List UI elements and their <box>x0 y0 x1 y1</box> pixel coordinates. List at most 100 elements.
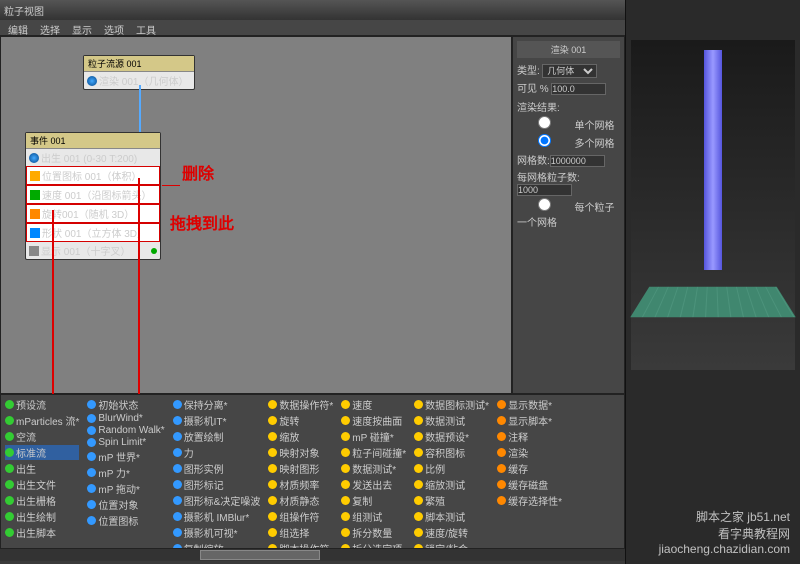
per-particle-radio[interactable] <box>517 198 572 211</box>
depot-item[interactable]: 脚本操作符 <box>268 541 333 549</box>
depot-item[interactable]: 数据测试 <box>414 413 489 428</box>
single-mesh-radio[interactable] <box>517 116 572 129</box>
rotation-row[interactable]: 旋转001（随机 3D） <box>26 204 160 223</box>
depot-item[interactable]: 位置图标 <box>87 513 164 528</box>
depot-item[interactable]: 数据图标测试* <box>414 397 489 412</box>
depot-item[interactable]: 空流 <box>5 429 79 444</box>
menu-display[interactable]: 显示 <box>72 22 92 33</box>
depot-item[interactable]: mP 力* <box>87 465 164 480</box>
depot-item[interactable]: 出生文件 <box>5 477 79 492</box>
depot-item[interactable]: 速度按曲面 <box>341 413 406 428</box>
depot-item[interactable]: 粒子间碰撞* <box>341 445 406 460</box>
type-select[interactable]: 几何体 <box>542 64 597 78</box>
depot-item[interactable]: 脚本测试 <box>414 509 489 524</box>
depot-item[interactable]: 组测试 <box>341 509 406 524</box>
depot-item[interactable]: 图形实例 <box>173 461 261 476</box>
visible-row: 可见 % <box>517 80 620 95</box>
depot-item[interactable]: mP 拖动* <box>87 481 164 496</box>
depot-item[interactable]: 图形标记 <box>173 477 261 492</box>
depot-item[interactable]: 图形标&决定噪波 <box>173 493 261 508</box>
depot-scrollbar[interactable] <box>0 549 625 561</box>
depot-item[interactable]: 显示数据* <box>497 397 562 412</box>
depot-item[interactable]: 保持分离* <box>173 397 261 412</box>
depot-item[interactable]: Spin Limit* <box>87 437 164 448</box>
depot-icon <box>173 416 182 425</box>
depot-item[interactable]: 标准流 <box>5 445 79 460</box>
depot-item[interactable]: 容积图标 <box>414 445 489 460</box>
depot-item[interactable]: 比例 <box>414 461 489 476</box>
depot-item[interactable]: 材质频率 <box>268 477 333 492</box>
depot-item[interactable]: 缩放 <box>268 429 333 444</box>
per-mesh-input[interactable] <box>517 184 572 196</box>
position-row[interactable]: 位置图标 001（体积） <box>26 166 160 185</box>
depot-item[interactable]: 摄影机IT* <box>173 413 261 428</box>
schematic-canvas[interactable]: 粒子流源 001 渲染 001（几何体） 事件 001 出生 001 (0-30… <box>0 36 512 394</box>
result-label: 渲染结果: <box>517 99 620 114</box>
depot-item[interactable]: 速度/旋转 <box>414 525 489 540</box>
multi-mesh-option[interactable]: 多个网格 <box>517 134 620 150</box>
birth-row[interactable]: 出生 001 (0-30 T:200) <box>26 149 160 166</box>
depot-item[interactable]: 出生 <box>5 461 79 476</box>
depot-item[interactable]: 摄影机 IMBlur* <box>173 509 261 524</box>
viewport-3d[interactable] <box>631 40 795 370</box>
node-wire <box>139 85 141 132</box>
depot-item[interactable]: 缓存选择性* <box>497 493 562 508</box>
depot-item[interactable]: 出生绘制 <box>5 509 79 524</box>
depot-item[interactable]: 出生脚本 <box>5 525 79 540</box>
depot-item[interactable]: 初始状态 <box>87 397 164 412</box>
depot-item[interactable]: 预设流 <box>5 397 79 412</box>
depot-item[interactable]: 旋转 <box>268 413 333 428</box>
depot-item[interactable]: 映射对象 <box>268 445 333 460</box>
depot-item[interactable]: 锁定/粘合 <box>414 541 489 549</box>
depot-item[interactable]: 拆分选定项 <box>341 541 406 549</box>
depot-item[interactable]: 复制缩放 <box>173 541 261 549</box>
depot-item[interactable]: 位置对象 <box>87 497 164 512</box>
depot-icon <box>414 528 423 537</box>
depot-item[interactable]: BlurWind* <box>87 413 164 424</box>
depot-item[interactable]: 映射图形 <box>268 461 333 476</box>
depot-item[interactable]: 缩放测试 <box>414 477 489 492</box>
depot-item[interactable]: 速度 <box>341 397 406 412</box>
mesh-count-input[interactable] <box>550 155 605 167</box>
depot-item[interactable]: 显示脚本* <box>497 413 562 428</box>
depot-icon <box>87 516 96 525</box>
depot-item[interactable]: 材质静态 <box>268 493 333 508</box>
depot-item[interactable]: 数据测试* <box>341 461 406 476</box>
depot-item[interactable]: 力 <box>173 445 261 460</box>
scrollbar-thumb[interactable] <box>200 550 320 560</box>
menu-edit[interactable]: 编辑 <box>8 22 28 33</box>
depot-item[interactable]: 组选择 <box>268 525 333 540</box>
depot-item[interactable]: 繁殖 <box>414 493 489 508</box>
depot-item[interactable]: 摄影机可视* <box>173 525 261 540</box>
depot-item[interactable]: 组操作符 <box>268 509 333 524</box>
menu-tools[interactable]: 工具 <box>136 22 156 33</box>
depot-item[interactable]: mParticles 流* <box>5 413 79 428</box>
depot-item[interactable]: 发送出去 <box>341 477 406 492</box>
depot-item[interactable]: 缓存磁盘 <box>497 477 562 492</box>
depot-item[interactable]: Random Walk* <box>87 425 164 436</box>
speed-row[interactable]: 速度 001（沿图标箭头） <box>26 185 160 204</box>
display-row[interactable]: 显示 001（十字叉） <box>26 242 160 259</box>
depot-item[interactable]: 数据操作符* <box>268 397 333 412</box>
event-node[interactable]: 事件 001 出生 001 (0-30 T:200) 位置图标 001（体积） … <box>25 132 161 260</box>
depot-item[interactable]: 渲染 <box>497 445 562 460</box>
depot-item[interactable]: mP 世界* <box>87 449 164 464</box>
visible-input[interactable] <box>551 83 606 95</box>
single-mesh-option[interactable]: 单个网格 <box>517 116 620 132</box>
depot-item[interactable]: 拆分数量 <box>341 525 406 540</box>
menu-select[interactable]: 选择 <box>40 22 60 33</box>
multi-mesh-radio[interactable] <box>517 134 572 147</box>
depot-item[interactable]: 复制 <box>341 493 406 508</box>
viewport-panel <box>625 0 800 564</box>
depot-item[interactable]: mP 碰撞* <box>341 429 406 444</box>
depot-item[interactable]: 缓存 <box>497 461 562 476</box>
depot-item[interactable]: 放置绘制 <box>173 429 261 444</box>
menu-options[interactable]: 选项 <box>104 22 124 33</box>
depot-item[interactable]: 出生栅格 <box>5 493 79 508</box>
depot-icon <box>497 496 506 505</box>
depot-item[interactable]: 注释 <box>497 429 562 444</box>
depot-item[interactable]: 数据预设* <box>414 429 489 444</box>
per-particle-option[interactable]: 每个粒子一个网格 <box>517 198 620 229</box>
event-node-title: 事件 001 <box>26 133 160 149</box>
shape-row[interactable]: 形状 001（立方体 3D） <box>26 223 160 242</box>
